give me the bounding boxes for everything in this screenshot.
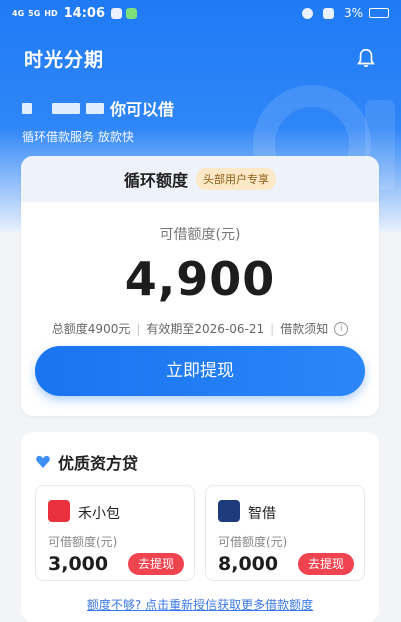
product-name: 智借 <box>248 506 276 522</box>
product-limit-label: 可借额度(元) <box>48 535 118 549</box>
vip-tag: 头部用户专享 <box>196 168 276 190</box>
greeting-title: 你可以借 <box>22 96 174 120</box>
status-time: 14:06 <box>63 5 106 21</box>
masked-name <box>86 102 104 114</box>
masked-name <box>52 102 80 114</box>
product-name: 禾小包 <box>78 506 120 522</box>
more-credit-link[interactable]: 额度不够? 点击重新授信获取更多借款额度 <box>21 596 379 613</box>
product-withdraw-button[interactable]: 去提现 <box>128 553 184 575</box>
vibrate-icon <box>322 7 334 19</box>
credit-card-title: 循环额度 <box>123 171 188 190</box>
product-limit-label: 可借额度(元) <box>218 535 288 549</box>
validity-date: 有效期至2026-06-21 <box>146 322 265 336</box>
quality-section: 优质资方贷 禾小包 可借额度(元) 3,000 去提现 智借 可借额度(元) 8… <box>21 432 379 622</box>
battery-percent: 3% <box>343 6 363 20</box>
zhijie-logo-icon <box>218 500 240 522</box>
product-amount: 3,000 <box>48 553 109 575</box>
bell-icon[interactable] <box>355 46 377 70</box>
greeting: 你可以借 循环借款服务 放款快 <box>22 96 174 145</box>
meta-separator: | <box>136 321 141 336</box>
signal-4g: 4G <box>12 8 25 18</box>
battery-icon <box>369 8 389 18</box>
hd-indicator: HD <box>44 8 58 18</box>
withdraw-button[interactable]: 立即提现 <box>35 346 365 396</box>
available-amount: 4,900 <box>124 252 276 306</box>
status-bar: 4G 5G HD 14:06 3% <box>0 0 401 26</box>
masked-name <box>22 102 32 114</box>
product-amount: 8,000 <box>218 553 279 575</box>
signal-5g: 5G <box>28 8 41 18</box>
notification-icon <box>111 7 123 19</box>
product-withdraw-button[interactable]: 去提现 <box>298 553 354 575</box>
product-card[interactable]: 智借 可借额度(元) 8,000 去提现 <box>205 485 365 581</box>
wechat-icon <box>126 7 138 19</box>
credit-card: 循环额度 头部用户专享 可借额度(元) 4,900 总额度4900元 | 有效期… <box>21 156 379 416</box>
heart-icon <box>36 455 50 468</box>
app-title: 时光分期 <box>24 48 105 71</box>
app-bar: 时光分期 <box>0 40 401 76</box>
greeting-text: 你可以借 <box>110 100 175 119</box>
credit-meta: 总额度4900元 | 有效期至2026-06-21 | 借款须知 i <box>21 320 379 337</box>
total-limit: 总额度4900元 <box>51 322 131 336</box>
info-icon[interactable]: i <box>334 321 349 336</box>
available-label: 可借额度(元) <box>159 227 241 243</box>
meta-separator: | <box>270 321 275 336</box>
greeting-subtitle: 循环借款服务 放款快 <box>22 130 134 144</box>
credit-card-header: 循环额度 头部用户专享 <box>21 156 379 202</box>
hexiaobao-logo-icon <box>48 500 70 522</box>
alarm-icon <box>301 7 313 19</box>
product-card[interactable]: 禾小包 可借额度(元) 3,000 去提现 <box>35 485 195 581</box>
status-right: 3% <box>301 6 389 20</box>
loan-notice-link[interactable]: 借款须知 <box>280 320 328 337</box>
quality-section-header: 优质资方贷 <box>35 450 138 474</box>
quality-section-title: 优质资方贷 <box>58 454 139 473</box>
